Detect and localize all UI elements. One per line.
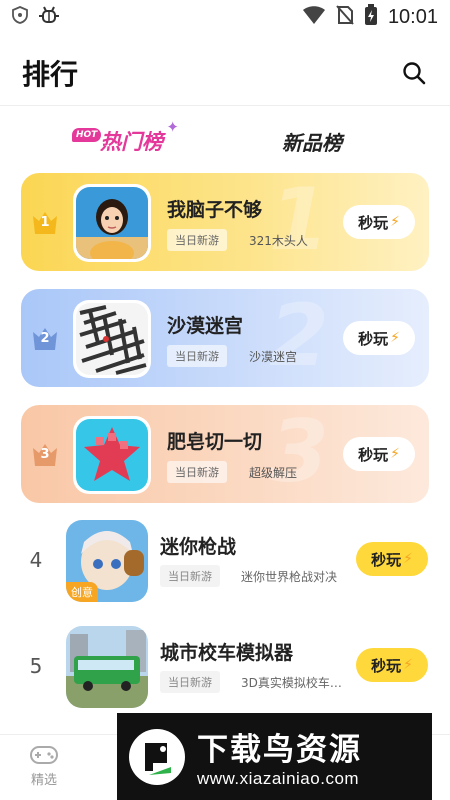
game-tag: 当日新游 [167,345,227,367]
watermark-banner: 下载鸟资源 www.xiazainiao.com [117,713,432,800]
instant-play-button[interactable]: 秒玩 ⚡ [356,648,428,682]
play-button-label: 秒玩 [358,329,389,348]
banner-url: www.xiazainiao.com [197,769,360,788]
rank-card[interactable]: 1 1 我脑子不够 当日新游 321木头人 秒玩 ⚡ [21,173,429,271]
game-desc: 超级解压 [249,466,298,480]
banner-title: 下载鸟资源 [197,732,362,768]
lightning-icon: ⚡ [403,551,413,567]
game-name: 城市校车模拟器 [160,642,294,664]
gamepad-icon [30,746,58,764]
game-tag: 当日新游 [160,671,220,693]
play-button-label: 秒玩 [358,445,389,464]
play-button-label: 秒玩 [371,550,402,569]
hot-badge: HOT [72,128,102,142]
rank-number: 3 [40,447,50,462]
game-desc: 3D真实模拟校车驾驶 [241,676,349,690]
list-item[interactable]: 5 城市校车模拟器 当日新游 3D真实模拟校车驾驶 秒玩 ⚡ [0,618,450,718]
tab-hot-label: 热门榜 [100,130,163,154]
play-button-label: 秒玩 [358,213,389,232]
creative-badge: 创意 [66,582,98,602]
rank-number: 1 [40,215,50,230]
lightning-icon: ⚡ [390,446,400,462]
lightning-icon: ⚡ [390,214,400,230]
status-time: 10:01 [387,5,438,28]
rank-card[interactable]: 3 3 肥皂切一切 当日新游 超级解压 秒玩 ⚡ [21,405,429,503]
page-title: 排行 [22,57,79,91]
game-tag: 当日新游 [167,229,227,251]
game-icon-frame [73,184,151,262]
game-name: 迷你枪战 [160,536,237,558]
app-header: 排行 [0,40,450,106]
game-icon-frame [73,300,151,378]
battery-icon [364,3,378,31]
rank-number: 5 [29,654,43,678]
nav-item-featured[interactable]: 精选 [14,743,74,788]
game-icon-gunfight: 创意 [66,520,148,602]
shield-icon [12,5,28,29]
play-button-label: 秒玩 [371,656,402,675]
rank-watermark: 2 [269,286,329,386]
game-name: 沙漠迷宫 [167,315,244,337]
nav-item-label: 精选 [30,773,57,788]
status-bar: 10:01 [0,0,450,34]
game-name: 肥皂切一切 [167,431,263,453]
instant-play-button[interactable]: 秒玩 ⚡ [343,205,415,239]
lightning-icon: ⚡ [403,657,413,673]
tab-new-label: 新品榜 [282,130,342,155]
list-item[interactable]: 4 创意 迷你枪战 当日新游 迷你世界枪战对决 秒玩 ⚡ [0,512,450,612]
rank-number: 4 [29,548,43,572]
game-name: 我脑子不够 [167,199,263,221]
no-sim-icon [336,4,354,30]
ranking-tabs: HOT 热门榜 ✦ 新品榜 [0,118,450,164]
tab-hot[interactable]: HOT 热门榜 ✦ [72,118,179,156]
rank-watermark: 1 [269,170,329,270]
search-icon [403,61,426,84]
game-icon-soap [76,419,148,491]
rank-number: 2 [40,331,50,346]
game-desc: 321木头人 [249,234,308,248]
rank-watermark: 3 [269,402,329,502]
instant-play-button[interactable]: 秒玩 ⚡ [343,437,415,471]
wifi-icon [302,5,326,30]
game-icon-frame [73,416,151,494]
rank-card[interactable]: 2 2 沙漠迷宫 当日新游 沙漠迷宫 秒玩 ⚡ [21,289,429,387]
game-desc: 迷你世界枪战对决 [241,570,338,584]
game-icon-school-bus [66,626,148,708]
instant-play-button[interactable]: 秒玩 ⚡ [356,542,428,576]
sparkle-icon: ✦ [166,118,179,136]
bug-icon [38,5,60,30]
instant-play-button[interactable]: 秒玩 ⚡ [343,321,415,355]
game-tag: 当日新游 [167,461,227,483]
lightning-icon: ⚡ [390,330,400,346]
bird-logo-icon [129,728,185,785]
search-button[interactable] [400,59,428,87]
tab-new[interactable]: 新品榜 [282,127,342,156]
game-tag: 当日新游 [160,565,220,587]
game-desc: 沙漠迷宫 [249,350,298,364]
game-icon-doll [76,187,148,259]
game-icon-maze [76,303,148,375]
